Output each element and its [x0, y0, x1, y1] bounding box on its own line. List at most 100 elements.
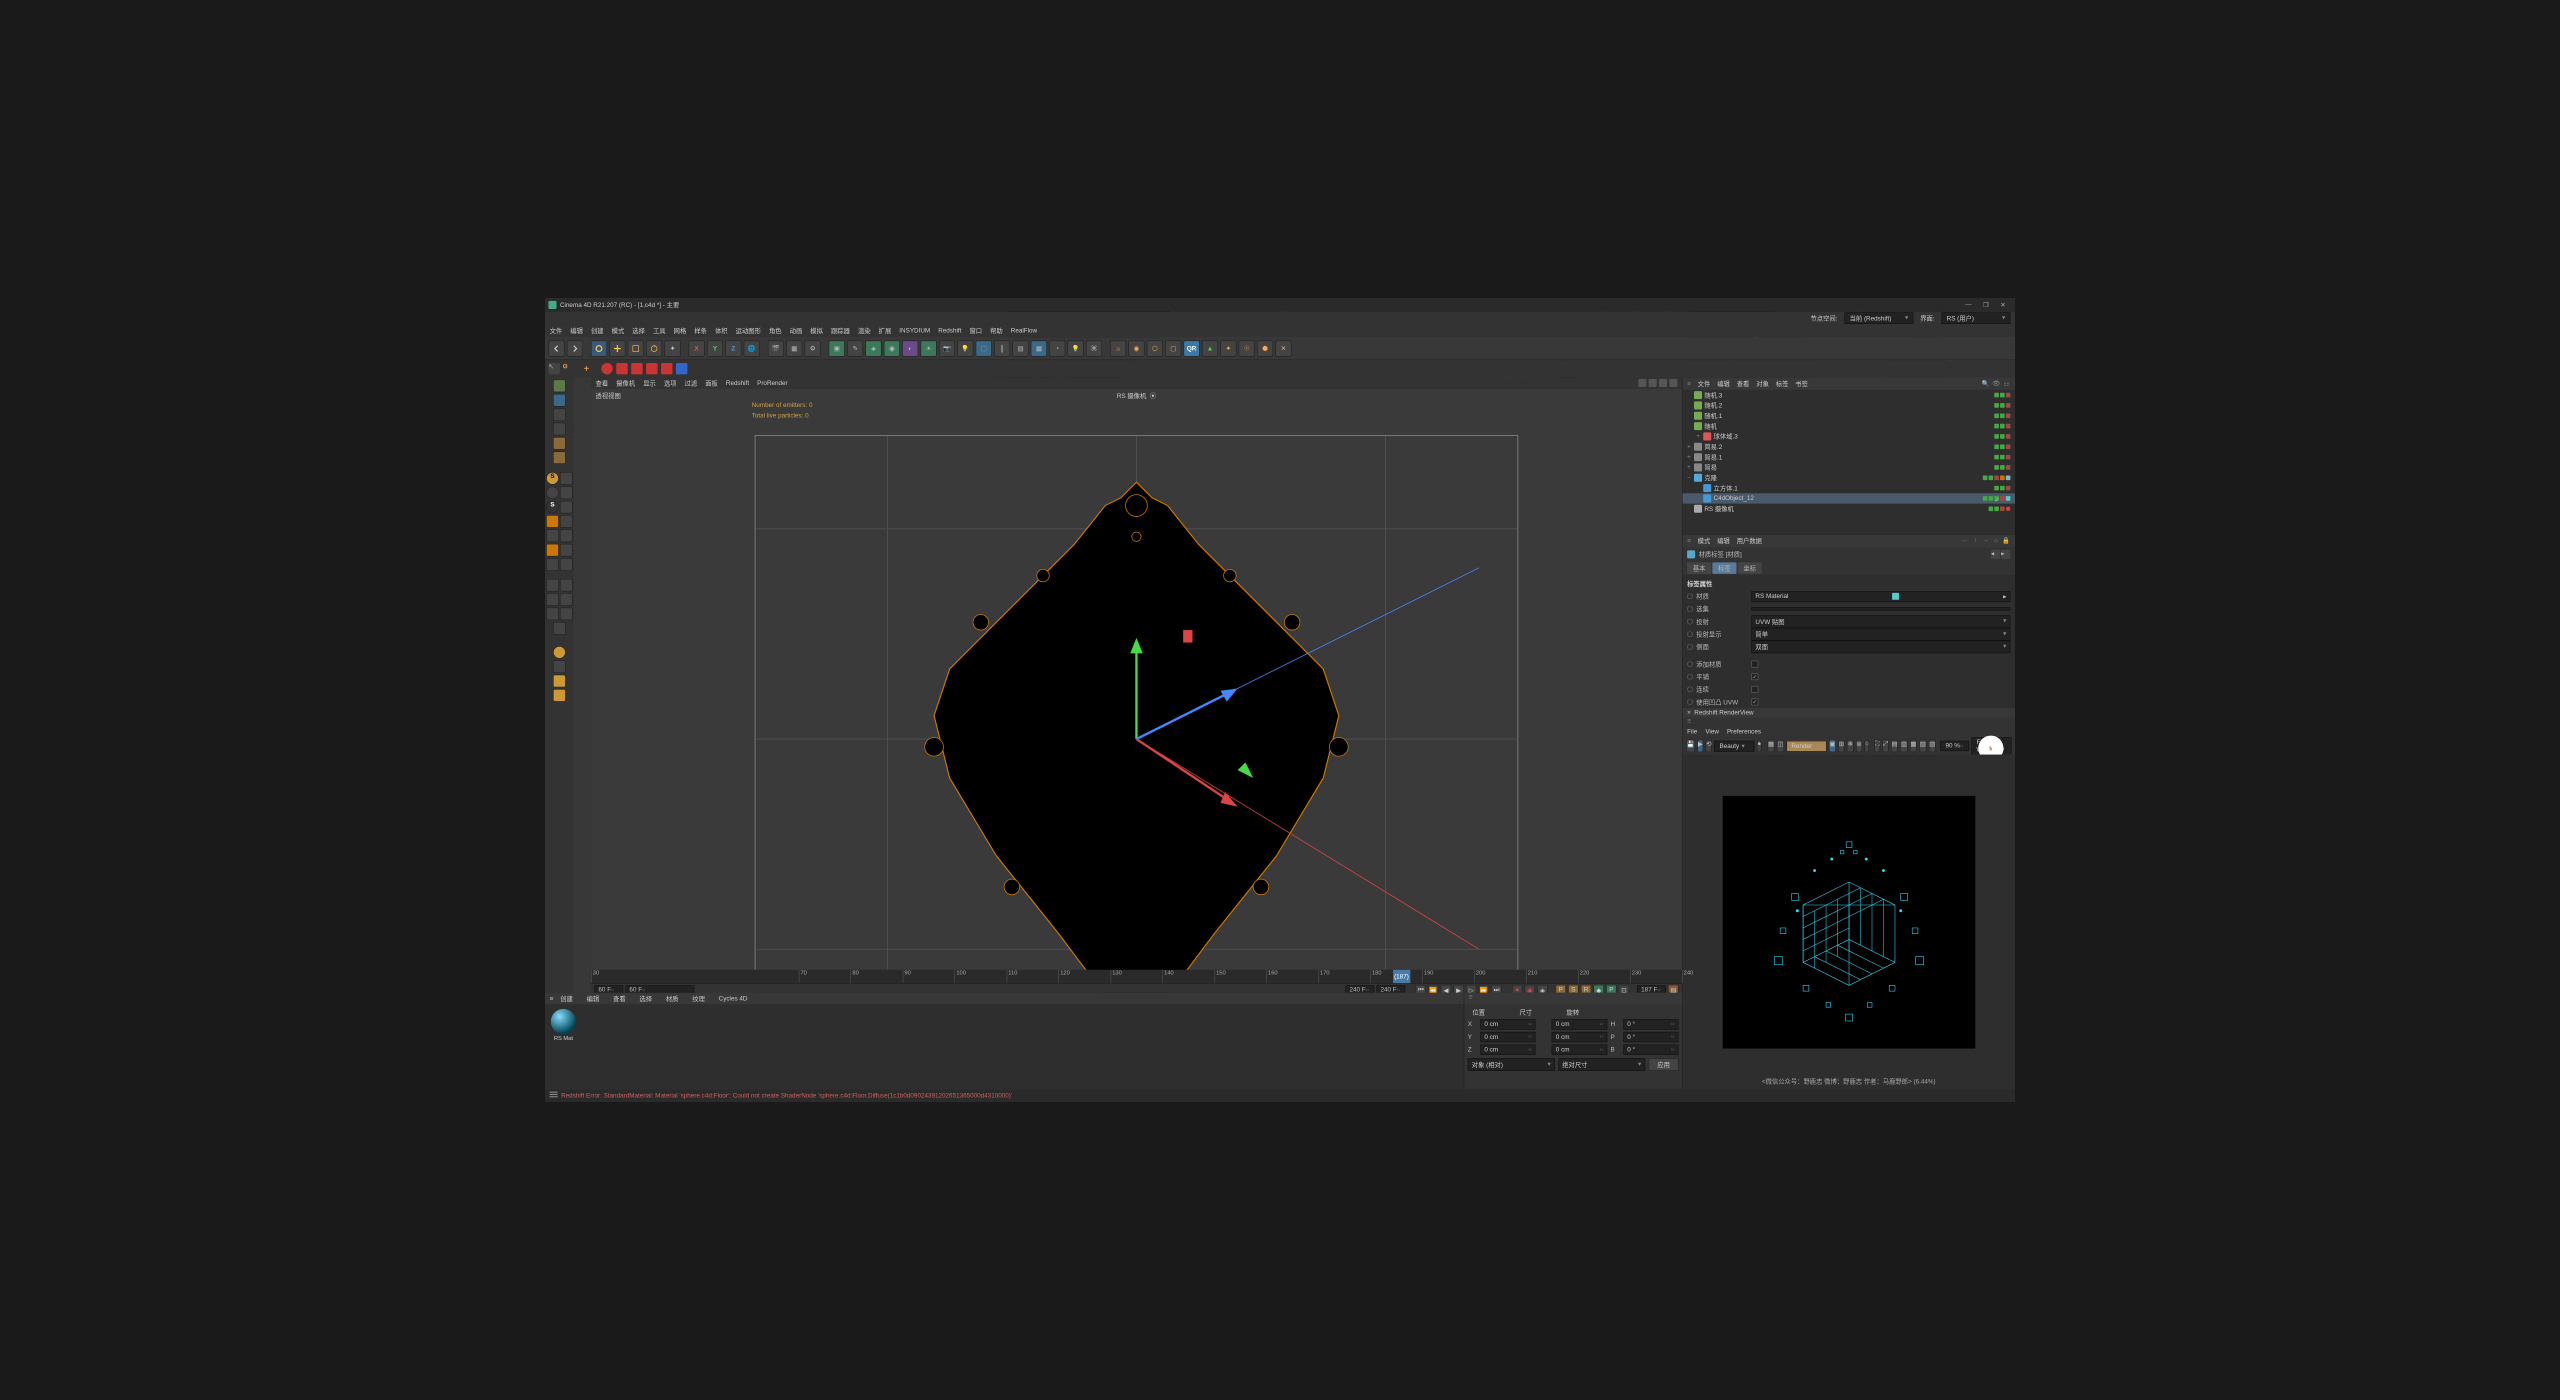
nodespace-select[interactable]: 当前 (Redshift)	[1844, 312, 1913, 323]
snap-c2[interactable]	[560, 501, 573, 514]
grid-button[interactable]: ▦	[1031, 340, 1047, 356]
workplane-d[interactable]	[560, 593, 573, 606]
x-axis-lock[interactable]: X	[689, 340, 705, 356]
vp-nav-4[interactable]	[1669, 379, 1677, 387]
rs-aov-select[interactable]: Beauty	[1714, 741, 1754, 752]
rs-bucket-icon[interactable]: ▣	[1829, 740, 1836, 753]
obj-row[interactable]: RS 摄像机	[1683, 504, 2015, 514]
rs-refresh-icon[interactable]: ⟲	[1706, 740, 1712, 753]
shelf-plus[interactable]: +	[581, 363, 592, 374]
menu-模式[interactable]: 模式	[612, 326, 625, 335]
workplane-e[interactable]	[546, 608, 559, 621]
attr-lock-icon[interactable]: 🔒	[2002, 537, 2010, 545]
menu-网格[interactable]: 网格	[674, 326, 687, 335]
cube-primitive[interactable]: ▣	[829, 340, 845, 356]
objmgr-search-icon[interactable]: 🔍	[1982, 380, 1990, 388]
vp-nav-3[interactable]	[1659, 379, 1667, 387]
matmenu-纹理[interactable]: 纹理	[692, 994, 705, 1003]
menu-角色[interactable]: 角色	[769, 326, 782, 335]
tag-button[interactable]: ◔	[1049, 340, 1065, 356]
rs-volume[interactable]: ✕	[1275, 340, 1291, 356]
rsmenu-Preferences[interactable]: Preferences	[1727, 728, 1761, 735]
menu-扩展[interactable]: 扩展	[879, 326, 892, 335]
menu-INSYDIUM[interactable]: INSYDIUM	[899, 327, 930, 334]
mograph-button[interactable]: ⬚	[976, 340, 992, 356]
render-region-button[interactable]: ▦	[786, 340, 802, 356]
volume-button[interactable]: ▤	[1012, 340, 1028, 356]
shelf-red-cube[interactable]	[631, 363, 642, 374]
shelf-cursor[interactable]: ↖	[548, 363, 559, 374]
attr-tab-标签[interactable]: 标签	[1712, 562, 1736, 573]
obj-row[interactable]: 立方体.1	[1683, 483, 2015, 493]
z-axis-lock[interactable]: Z	[725, 340, 741, 356]
snap-g2[interactable]	[560, 558, 573, 571]
object-list[interactable]: 随机.3随机.2随机.1随机+球体域.3+简易.2+简易.1+简易−克隆立方体.…	[1683, 390, 2015, 534]
workplane-c[interactable]	[546, 593, 559, 606]
vpmenu-ProRender[interactable]: ProRender	[757, 380, 788, 387]
rs-environment[interactable]: ▲	[1202, 340, 1218, 356]
edge-mode[interactable]	[553, 437, 566, 450]
objmgr-filter-icon[interactable]: ⚏	[2002, 380, 2010, 388]
shelf-red-sphere[interactable]	[601, 363, 612, 374]
attr-home-icon[interactable]: ⌂	[1992, 537, 2000, 545]
obj-row[interactable]: 随机.1	[1683, 411, 2015, 421]
obj-row[interactable]: +简易	[1683, 462, 2015, 472]
menu-创建[interactable]: 创建	[591, 326, 604, 335]
attrmenu-用户数据[interactable]: 用户数据	[1737, 536, 1762, 545]
rs-ipr-button[interactable]: ▶	[1697, 740, 1703, 753]
rs-proxy[interactable]: ⬢	[1257, 340, 1273, 356]
undo-button[interactable]	[548, 340, 564, 356]
attrmenu-模式[interactable]: 模式	[1698, 536, 1711, 545]
objmenu-对象[interactable]: 对象	[1756, 379, 1769, 388]
snap-f[interactable]	[546, 544, 559, 557]
vpmenu-查看[interactable]: 查看	[596, 378, 609, 387]
recent-tool[interactable]: ✦	[664, 340, 680, 356]
obj-row[interactable]: +简易.2	[1683, 442, 2015, 452]
shelf-red-camera[interactable]	[616, 363, 627, 374]
close-button[interactable]: ✕	[1994, 301, 2011, 308]
snap-g[interactable]	[546, 558, 559, 571]
rs-fit-icon[interactable]: ⛶	[1875, 740, 1881, 753]
scale-tool[interactable]	[628, 340, 644, 356]
rs-d-icon[interactable]: ▧	[1919, 740, 1926, 753]
rs-freeze-icon[interactable]: ❄	[1847, 740, 1853, 753]
rs-portal-light[interactable]: ▢	[1165, 340, 1181, 356]
coord-size-select[interactable]: 绝对尺寸	[1558, 1058, 1645, 1071]
vpmenu-选项[interactable]: 选项	[664, 378, 677, 387]
vpmenu-过滤[interactable]: 过滤	[685, 378, 698, 387]
attr-tab-基本[interactable]: 基本	[1687, 562, 1711, 573]
sel-poly[interactable]	[553, 689, 566, 702]
matmenu-编辑[interactable]: 编辑	[587, 994, 600, 1003]
rs-pick-icon[interactable]: ⊕	[1856, 740, 1862, 753]
menu-编辑[interactable]: 编辑	[570, 326, 583, 335]
menu-渲染[interactable]: 渲染	[858, 326, 871, 335]
timeline[interactable]: 2402302202102001901801701601501401301201…	[591, 970, 1682, 993]
rs-area-light[interactable]: ☼	[1110, 340, 1126, 356]
attrmenu-编辑[interactable]: 编辑	[1717, 536, 1730, 545]
objmenu-书签[interactable]: 书签	[1795, 379, 1808, 388]
shelf-red-cyl[interactable]	[661, 363, 672, 374]
attr-tab-坐标[interactable]: 坐标	[1738, 562, 1762, 573]
field-button[interactable]: ║	[994, 340, 1010, 356]
snap-e[interactable]	[546, 529, 559, 542]
shelf-gear[interactable]: ⚙	[562, 363, 573, 374]
rs-save-icon[interactable]: 💾	[1686, 740, 1695, 753]
rs-image-area[interactable]: <微信公众号：野鹿志 微博：野鹿志 作者：马鹿野郎> (6.44%)	[1683, 755, 2015, 1090]
obj-row[interactable]: 随机.3	[1683, 390, 2015, 400]
pen-tool[interactable]: ✎	[847, 340, 863, 356]
status-menu-icon[interactable]	[550, 1092, 558, 1100]
obj-row[interactable]: +简易.1	[1683, 452, 2015, 462]
rs-e-icon[interactable]: ▨	[1929, 740, 1936, 753]
workplane-g[interactable]	[553, 622, 566, 635]
objmenu-标签[interactable]: 标签	[1776, 379, 1789, 388]
menu-模拟[interactable]: 模拟	[810, 326, 823, 335]
point-mode[interactable]	[553, 423, 566, 436]
vp-nav-2[interactable]	[1649, 379, 1657, 387]
vp-nav-1[interactable]	[1638, 379, 1646, 387]
bulb-button[interactable]: 💡	[1068, 340, 1084, 356]
attr-fwd-icon[interactable]: →	[1982, 537, 1990, 545]
menu-工具[interactable]: 工具	[653, 326, 666, 335]
rsmenu-View[interactable]: View	[1705, 728, 1719, 735]
matmenu-查看[interactable]: 查看	[613, 994, 626, 1003]
workplane-f[interactable]	[560, 608, 573, 621]
